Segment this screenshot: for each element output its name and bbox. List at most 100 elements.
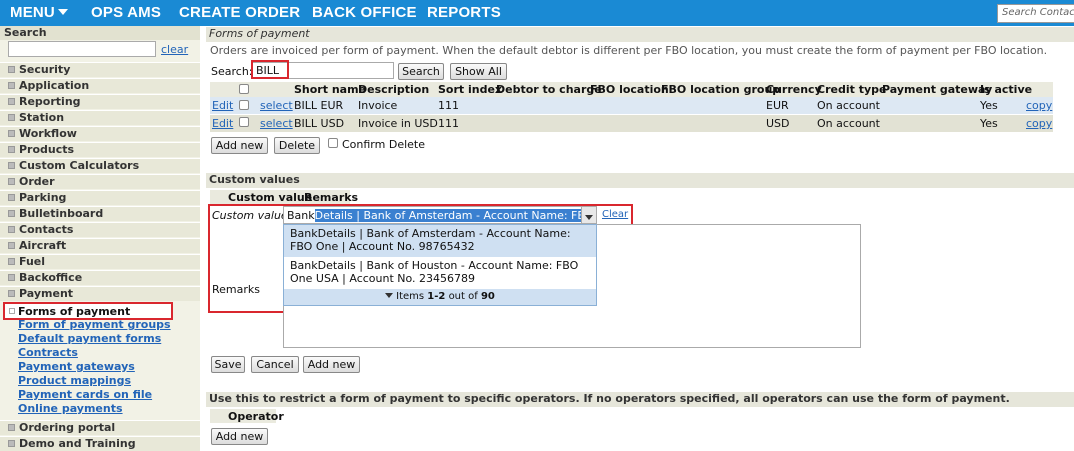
sidebar-search-title: Search — [0, 26, 200, 40]
sidebar-subitem-default-payment-forms[interactable]: Default payment forms — [18, 332, 161, 345]
sidebar-item-backoffice[interactable]: Backoffice — [0, 270, 200, 285]
nav-back-office[interactable]: BACK OFFICE — [312, 4, 417, 21]
copy-link[interactable]: copy — [1026, 99, 1052, 112]
copy-link[interactable]: copy — [1026, 117, 1052, 130]
sidebar-subitem-payment-cards-on-file[interactable]: Payment cards on file — [18, 388, 152, 401]
expand-icon — [8, 210, 15, 217]
pager-prefix: Items — [396, 291, 425, 302]
sidebar-item-demo-and-training[interactable]: Demo and Training — [0, 436, 200, 451]
cell-short-name: BILL USD — [294, 117, 345, 130]
remarks-label: Remarks — [212, 283, 260, 296]
sidebar-item-label: Station — [19, 111, 65, 124]
sidebar-item-ordering-portal[interactable]: Ordering portal — [0, 420, 200, 435]
search-label: Search: — [211, 65, 253, 78]
sidebar-item-products[interactable]: Products — [0, 142, 200, 157]
edit-link[interactable]: Edit — [212, 99, 233, 112]
expand-icon — [8, 258, 15, 265]
col-fbo-location-group: FBO location group — [661, 83, 781, 96]
confirm-delete-label: Confirm Delete — [342, 138, 425, 151]
custom-add-new-button[interactable]: Add new — [303, 356, 360, 373]
edit-link[interactable]: Edit — [212, 117, 233, 130]
col-short-name: Short name — [294, 83, 366, 96]
forms-note: Orders are invoiced per form of payment.… — [210, 44, 1048, 57]
col-debtor: Debtor to charge — [496, 83, 602, 96]
nav-ops-ams[interactable]: OPS AMS — [91, 4, 161, 21]
sidebar-item-security[interactable]: Security — [0, 62, 200, 77]
cell-is-active: Yes — [980, 117, 998, 130]
sidebar-subitem-online-payments[interactable]: Online payments — [18, 402, 123, 415]
sidebar-item-fuel[interactable]: Fuel — [0, 254, 200, 269]
cell-sort-index: 111 — [438, 117, 459, 130]
sidebar-item-label: Parking — [19, 191, 67, 204]
sidebar-subitem-contracts[interactable]: Contracts — [18, 346, 78, 359]
sidebar-item-label: Reporting — [19, 95, 81, 108]
sidebar-item-label: Workflow — [19, 127, 77, 140]
delete-button[interactable]: Delete — [274, 137, 320, 154]
sidebar-item-reporting[interactable]: Reporting — [0, 94, 200, 109]
sidebar-item-label: Forms of payment — [18, 305, 131, 318]
menu-button[interactable]: MENU — [10, 4, 68, 21]
sidebar-subitem-product-mappings[interactable]: Product mappings — [18, 374, 131, 387]
row-checkbox[interactable] — [239, 117, 249, 127]
show-all-button[interactable]: Show All — [450, 63, 507, 80]
cell-short-name: BILL EUR — [294, 99, 344, 112]
confirm-delete-checkbox[interactable] — [328, 138, 338, 148]
operators-add-new-button[interactable]: Add new — [211, 428, 268, 445]
sidebar-item-custom-calculators[interactable]: Custom Calculators — [0, 158, 200, 173]
collapse-icon — [8, 290, 15, 297]
select-link[interactable]: select — [260, 117, 293, 130]
sidebar-item-label: Custom Calculators — [19, 159, 140, 172]
sidebar-item-bulletinboard[interactable]: Bulletinboard — [0, 206, 200, 221]
row-checkbox[interactable] — [239, 100, 249, 110]
sidebar-item-application[interactable]: Application — [0, 78, 200, 93]
dropdown-pager[interactable]: Items 1-2 out of 90 — [284, 289, 596, 305]
cell-credit-type: On account — [817, 99, 880, 112]
sidebar-item-contacts[interactable]: Contacts — [0, 222, 200, 237]
contact-search-input[interactable]: Search Contacts — [997, 4, 1074, 23]
custom-value-combobox[interactable]: BankDetails | Bank of Amsterdam - Accoun… — [283, 206, 597, 224]
expand-icon — [8, 274, 15, 281]
expand-icon — [8, 424, 15, 431]
pager-mid: out of — [448, 291, 478, 302]
expand-icon — [8, 130, 15, 137]
add-new-button[interactable]: Add new — [211, 137, 268, 154]
chevron-down-icon — [585, 215, 593, 220]
expand-icon — [8, 162, 15, 169]
sidebar-item-payment[interactable]: Payment — [0, 286, 200, 301]
nav-reports[interactable]: REPORTS — [427, 4, 501, 21]
save-button[interactable]: Save — [211, 356, 245, 373]
col-custom-value: Custom value — [228, 191, 313, 204]
forms-of-payment-header: Forms of payment — [206, 27, 1074, 42]
sidebar-subitem-payment-gateways[interactable]: Payment gateways — [18, 360, 135, 373]
sidebar-item-workflow[interactable]: Workflow — [0, 126, 200, 141]
col-remarks: Remarks — [304, 191, 359, 204]
col-payment-gateway: Payment gateway — [882, 83, 993, 96]
col-fbo-location: FBO location — [590, 83, 669, 96]
autocomplete-selection: Details | Bank of Amsterdam - Account Na… — [314, 209, 596, 222]
expand-icon — [8, 66, 15, 73]
cancel-button[interactable]: Cancel — [251, 356, 299, 373]
search-button[interactable]: Search — [398, 63, 444, 80]
dropdown-toggle[interactable] — [581, 207, 596, 223]
select-link[interactable]: select — [260, 99, 293, 112]
clear-link[interactable]: Clear — [602, 209, 628, 220]
sidebar-item-label: Products — [19, 143, 75, 156]
sidebar-item-label: Backoffice — [19, 271, 83, 284]
select-all-checkbox[interactable] — [239, 84, 249, 94]
dropdown-option[interactable]: BankDetails | Bank of Houston - Account … — [284, 257, 596, 289]
dropdown-option[interactable]: BankDetails | Bank of Amsterdam - Accoun… — [284, 225, 596, 257]
sidebar-clear-link[interactable]: clear — [161, 43, 188, 56]
col-operator: Operator — [228, 410, 284, 423]
sidebar-item-parking[interactable]: Parking — [0, 190, 200, 205]
sidebar-search-input[interactable] — [8, 41, 156, 57]
custom-value-label: Custom value* — [212, 209, 294, 222]
nav-create-order[interactable]: CREATE ORDER — [179, 4, 300, 21]
sidebar-subitem-form-of-payment-groups[interactable]: Form of payment groups — [18, 318, 171, 331]
menu-label: MENU — [10, 4, 55, 21]
sidebar-item-aircraft[interactable]: Aircraft — [0, 238, 200, 253]
operators-note: Use this to restrict a form of payment t… — [206, 392, 1074, 407]
sidebar-item-order[interactable]: Order — [0, 174, 200, 189]
sidebar-item-station[interactable]: Station — [0, 110, 200, 125]
cell-is-active: Yes — [980, 99, 998, 112]
col-credit-type: Credit type — [817, 83, 887, 96]
